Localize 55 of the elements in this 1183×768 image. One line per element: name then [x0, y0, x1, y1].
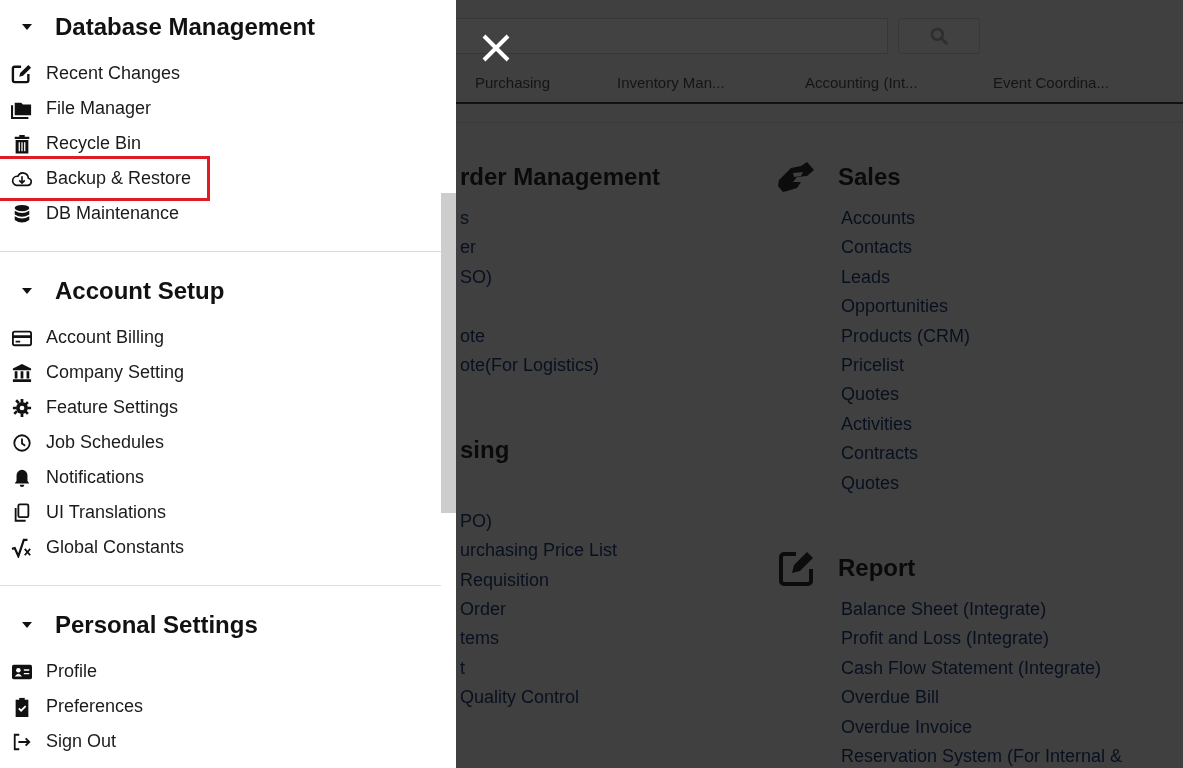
gear-icon — [11, 397, 33, 418]
menu-link[interactable]: Activities — [841, 409, 1123, 440]
menu-item[interactable]: Job Schedules — [0, 425, 179, 460]
menu-item[interactable]: Sign Out — [0, 724, 131, 759]
menu-link[interactable]: Balance Sheet (Integrate) — [841, 595, 1123, 625]
menu-link[interactable]: Requisition — [460, 565, 776, 596]
menu-link[interactable]: ote(For Logistics) — [460, 351, 776, 381]
menu-link[interactable]: urchasing Price List — [460, 536, 776, 566]
section-heading: Database Management — [55, 13, 316, 41]
menu-link[interactable]: Opportunities — [841, 292, 1123, 322]
menu-link[interactable]: Leads — [841, 262, 1123, 293]
menu-link[interactable]: Profit and Loss (Integrate) — [841, 624, 1123, 654]
menu-item[interactable]: Preferences — [0, 689, 158, 724]
menu-link[interactable]: er — [460, 233, 776, 263]
menu-link[interactable]: Quotes — [841, 468, 1123, 499]
menu-link[interactable]: ote — [460, 321, 776, 351]
edit-icon — [11, 63, 33, 84]
close-icon[interactable] — [481, 33, 511, 63]
square-root-icon — [11, 537, 33, 558]
menu-link[interactable]: Overdue Invoice — [841, 712, 1123, 743]
scrollbar-thumb[interactable] — [441, 193, 456, 513]
menu-item[interactable]: Account Billing — [0, 320, 179, 355]
menu-link[interactable]: Overdue Bill — [841, 683, 1123, 713]
menu-item[interactable]: Notifications — [0, 460, 159, 495]
menu-item[interactable]: Global Constants — [0, 530, 199, 565]
menu-link[interactable]: Quotes — [841, 380, 1123, 410]
menu-link[interactable]: Accounts — [841, 204, 1123, 234]
menu-link[interactable]: Contracts — [841, 439, 1123, 469]
menu-item[interactable]: Company Setting — [0, 355, 199, 390]
menu-link[interactable]: Products (CRM) — [841, 321, 1123, 352]
menu-item[interactable]: Feature Settings — [0, 390, 193, 425]
menu-link[interactable]: Quality Control — [460, 683, 776, 713]
menu-item[interactable]: UI Translations — [0, 495, 181, 530]
menu-link[interactable]: Pricelist — [841, 351, 1123, 381]
menu-link[interactable]: PO) — [460, 506, 776, 537]
section-heading: Account Setup — [55, 277, 225, 305]
menu-link[interactable]: Order — [460, 595, 776, 625]
menu-item[interactable]: File Manager — [0, 91, 166, 126]
menu-item[interactable]: DB Maintenance — [0, 196, 194, 231]
menu-link[interactable]: t — [460, 653, 776, 684]
menu-link[interactable]: Cash Flow Statement (Integrate) — [841, 653, 1123, 684]
menu-link[interactable]: s — [460, 204, 776, 234]
menu-link[interactable]: tems — [460, 624, 776, 654]
menu-item[interactable]: Profile — [0, 654, 112, 689]
bank-icon — [11, 362, 33, 383]
clock-icon — [11, 432, 33, 453]
menu-item[interactable]: Recent Changes — [0, 56, 195, 91]
section-heading: Personal Settings — [55, 611, 258, 639]
menu-link[interactable]: Contacts — [841, 233, 1123, 263]
menu-item[interactable]: Backup & Restore — [0, 161, 206, 196]
search-field[interactable] — [456, 18, 888, 54]
menu-item[interactable]: Recycle Bin — [0, 126, 156, 161]
sign-out-icon — [11, 731, 33, 752]
menu-link[interactable]: SO) — [460, 262, 776, 293]
menu-link[interactable]: Reservation System (For Internal & — [841, 742, 1123, 768]
